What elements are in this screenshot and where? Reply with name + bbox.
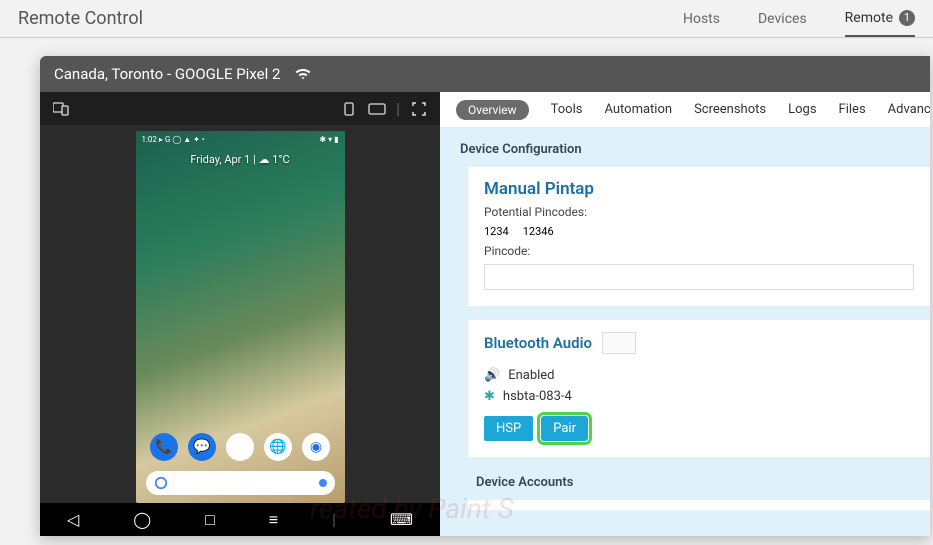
volume-icon: 🔊 — [484, 368, 500, 383]
wifi-icon — [294, 67, 312, 81]
play-store-icon[interactable]: ▶ — [226, 433, 254, 461]
section-device-accounts: Device Accounts — [450, 471, 930, 500]
landscape-icon[interactable] — [368, 102, 386, 116]
pair-button[interactable]: Pair — [541, 416, 588, 441]
bt-thumbnail — [602, 332, 636, 354]
nav-menu-button[interactable]: ≡ — [269, 510, 278, 530]
assistant-icon[interactable] — [319, 479, 327, 487]
status-right: ✱ ▾ ▮ — [319, 135, 338, 144]
tab-tools[interactable]: Tools — [551, 102, 583, 117]
bluetooth-icon: ✱ — [484, 389, 495, 404]
pincode-input[interactable] — [484, 264, 914, 290]
chrome-app-icon[interactable]: 🌐 — [264, 433, 292, 461]
tab-files[interactable]: Files — [839, 102, 866, 117]
messages-app-icon[interactable]: 💬 — [188, 433, 216, 461]
section-device-config: Device Configuration — [450, 138, 930, 167]
device-accounts-card — [468, 500, 930, 510]
manual-pintap-title: Manual Pintap — [484, 179, 914, 199]
manual-pintap-card: Manual Pintap Potential Pincodes: 1234 1… — [468, 167, 930, 306]
nav-devices[interactable]: Devices — [758, 1, 807, 37]
potential-pincodes-label: Potential Pincodes: — [484, 205, 914, 219]
camera-app-icon[interactable]: ◉ — [302, 433, 330, 461]
nav-back-button[interactable]: ◁ — [67, 510, 79, 529]
tab-automation[interactable]: Automation — [604, 102, 672, 117]
pincode-value-1: 12346 — [523, 225, 554, 238]
tab-overview[interactable]: Overview — [456, 100, 529, 120]
nav-remote-label: Remote — [845, 10, 893, 26]
fullscreen-icon[interactable] — [410, 102, 428, 116]
nav-remote[interactable]: Remote 1 — [845, 1, 915, 37]
google-icon — [154, 476, 168, 490]
hsp-button[interactable]: HSP — [484, 416, 533, 441]
remote-window: Canada, Toronto - GOOGLE Pixel 2 | 1:02 … — [40, 56, 930, 536]
bluetooth-audio-title: Bluetooth Audio — [484, 334, 592, 352]
nav-hosts[interactable]: Hosts — [683, 1, 720, 37]
nav-keyboard-button[interactable]: ⌨ — [390, 510, 413, 529]
tab-logs[interactable]: Logs — [788, 102, 816, 117]
portrait-icon[interactable] — [340, 102, 358, 116]
bt-device-name: hsbta-083-4 — [503, 389, 572, 404]
bt-enabled-label: Enabled — [508, 368, 554, 383]
phone-app-icon[interactable]: 📞 — [150, 433, 178, 461]
devices-icon[interactable] — [52, 102, 70, 116]
page-title: Remote Control — [18, 8, 683, 29]
tab-advanced[interactable]: Advanced — [888, 102, 930, 117]
nav-home-button[interactable]: ◯ — [133, 510, 151, 529]
bluetooth-audio-card: Bluetooth Audio 🔊 Enabled ✱ hsbta-083-4 … — [468, 320, 930, 457]
status-left: 1:02 ▸ G ◯ ▲ ✦ • — [142, 135, 205, 144]
google-search-bar[interactable] — [146, 471, 335, 495]
window-title: Canada, Toronto - GOOGLE Pixel 2 — [54, 65, 280, 83]
device-screen[interactable]: 1:02 ▸ G ◯ ▲ ✦ • ✱ ▾ ▮ Friday, Apr 1 | ☁… — [136, 131, 345, 503]
nav-recent-button[interactable]: □ — [205, 510, 215, 530]
pincode-label: Pincode: — [484, 244, 914, 258]
home-date: Friday, Apr 1 | ☁ 1°C — [136, 153, 345, 166]
nav-remote-badge: 1 — [899, 10, 915, 26]
tab-screenshots[interactable]: Screenshots — [694, 102, 766, 117]
pincode-value-0: 1234 — [484, 225, 509, 238]
